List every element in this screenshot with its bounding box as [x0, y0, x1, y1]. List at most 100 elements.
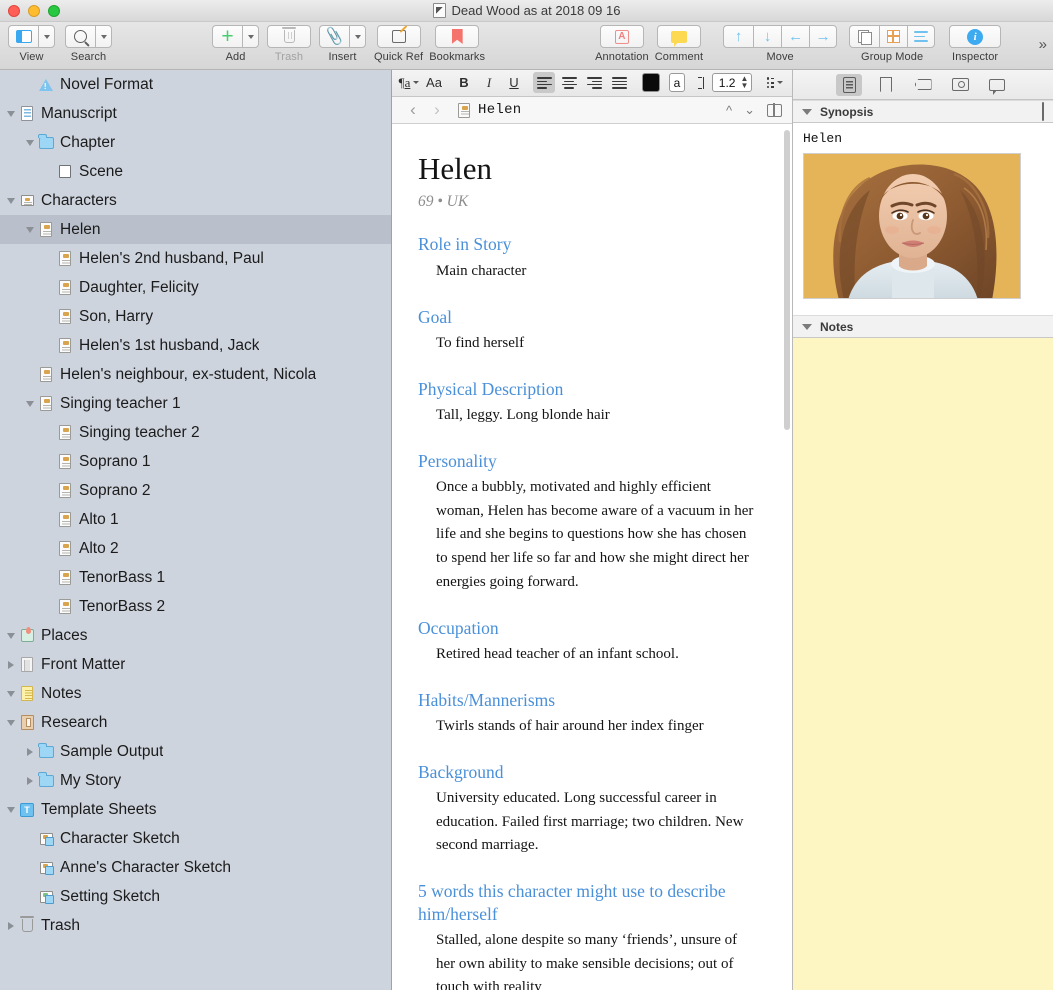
binder-item[interactable]: TenorBass 2 [0, 592, 391, 621]
annotation-button[interactable]: A [599, 25, 644, 48]
comment-button[interactable] [656, 25, 701, 48]
disclosure-triangle-down-icon[interactable] [4, 110, 18, 117]
move-left-button[interactable]: ← [781, 25, 810, 48]
binder-item[interactable]: Helen [0, 215, 391, 244]
move-up-button[interactable]: ↑ [723, 25, 754, 48]
move-right-button[interactable]: → [809, 25, 838, 48]
inspector-tab-metadata[interactable] [910, 74, 936, 96]
synopsis-section-header[interactable]: Synopsis [793, 100, 1053, 123]
binder-item[interactable]: Research [0, 708, 391, 737]
binder-item[interactable]: Singing teacher 2 [0, 418, 391, 447]
editor-scrollbar[interactable] [784, 130, 790, 431]
binder-item[interactable]: Singing teacher 1 [0, 389, 391, 418]
align-justify-button[interactable] [608, 72, 630, 93]
disclosure-triangle-right-icon[interactable] [4, 921, 18, 930]
binder-item[interactable]: T Template Sheets [0, 795, 391, 824]
text-color-button[interactable] [641, 73, 661, 93]
editor-text-area[interactable]: Helen 69 • UK Role in Story Main characte… [392, 124, 792, 990]
binder-item[interactable]: Helen's neighbour, ex-student, Nicola [0, 360, 391, 389]
binder-item[interactable]: Characters [0, 186, 391, 215]
add-menu-button[interactable] [242, 25, 259, 48]
synopsis-toggle-button[interactable] [1042, 101, 1044, 121]
corkboard-mode-button[interactable] [849, 25, 880, 48]
disclosure-triangle-down-icon[interactable] [4, 806, 18, 813]
view-menu-button[interactable] [38, 25, 55, 48]
toolbar-overflow-button[interactable]: » [1039, 36, 1047, 53]
binder-item[interactable]: Novel Format [0, 70, 391, 99]
trash-button[interactable] [267, 25, 311, 48]
binder-item[interactable]: TenorBass 1 [0, 563, 391, 592]
binder-item[interactable]: Notes [0, 679, 391, 708]
disclosure-triangle-right-icon[interactable] [23, 747, 37, 756]
binder-item[interactable]: Sample Output [0, 737, 391, 766]
inspector-tab-notes[interactable] [836, 73, 862, 96]
align-left-button[interactable] [533, 72, 555, 94]
binder-item[interactable]: Daughter, Felicity [0, 273, 391, 302]
bookmarks-button[interactable] [435, 25, 480, 48]
triangle-down-icon[interactable] [802, 108, 812, 115]
align-center-button[interactable] [558, 72, 580, 93]
italic-button[interactable]: I [478, 72, 500, 93]
grid-mode-button[interactable] [879, 25, 908, 48]
insert-menu-button[interactable] [349, 25, 366, 48]
chevron-down-icon[interactable]: ⌄ [744, 102, 755, 118]
bold-button[interactable]: B [453, 72, 475, 93]
add-button[interactable]: + [212, 25, 242, 48]
move-down-button[interactable]: ↓ [753, 25, 782, 48]
disclosure-triangle-down-icon[interactable] [4, 197, 18, 204]
binder-item[interactable]: Helen's 1st husband, Jack [0, 331, 391, 360]
view-layout-button[interactable] [8, 25, 38, 48]
chevron-left-icon[interactable]: ‹ [402, 100, 424, 120]
underline-button[interactable]: U [503, 72, 525, 93]
list-button[interactable] [764, 72, 786, 93]
binder-item[interactable]: Soprano 1 [0, 447, 391, 476]
binder-item[interactable]: Trash [0, 911, 391, 940]
binder-item[interactable]: Front Matter [0, 650, 391, 679]
line-spacing-stepper[interactable]: 1.2 ▲ ▼ [711, 73, 753, 93]
binder-item[interactable]: Alto 2 [0, 534, 391, 563]
inspector-tab-comments[interactable] [984, 74, 1010, 96]
outline-mode-button[interactable] [907, 25, 936, 48]
quick-ref-button[interactable] [376, 25, 421, 48]
minimize-window-button[interactable] [28, 4, 40, 17]
binder-item[interactable]: Manuscript [0, 99, 391, 128]
close-window-button[interactable] [8, 4, 20, 17]
triangle-down-icon[interactable] [802, 323, 812, 330]
disclosure-triangle-right-icon[interactable] [4, 660, 18, 669]
binder-item[interactable]: Setting Sketch [0, 882, 391, 911]
disclosure-triangle-down-icon[interactable] [23, 226, 37, 233]
disclosure-triangle-right-icon[interactable] [23, 776, 37, 785]
binder-item[interactable]: Places [0, 621, 391, 650]
binder-item[interactable]: Anne's Character Sketch [0, 853, 391, 882]
align-right-button[interactable] [583, 72, 605, 93]
disclosure-triangle-down-icon[interactable] [23, 400, 37, 407]
insert-button[interactable]: 📎 [319, 25, 349, 48]
synopsis-body[interactable]: Helen [793, 123, 1053, 315]
binder-item[interactable]: Son, Harry [0, 302, 391, 331]
binder-item[interactable]: Helen's 2nd husband, Paul [0, 244, 391, 273]
disclosure-triangle-down-icon[interactable] [4, 690, 18, 697]
font-panel-button[interactable]: Aa [423, 72, 445, 93]
binder-item[interactable]: Chapter [0, 128, 391, 157]
disclosure-triangle-down-icon[interactable] [4, 719, 18, 726]
search-menu-button[interactable] [95, 25, 112, 48]
split-view-icon[interactable] [767, 103, 782, 117]
binder-item[interactable]: Character Sketch [0, 824, 391, 853]
chevron-up-icon[interactable]: ^ [726, 103, 732, 118]
maximize-window-button[interactable] [48, 4, 60, 17]
notes-body[interactable] [793, 338, 1053, 990]
inspector-tab-snapshots[interactable] [947, 74, 973, 96]
notes-section-header[interactable]: Notes [793, 315, 1053, 338]
binder-sidebar[interactable]: Novel Format Manuscript Chapter Scene Charac… [0, 70, 392, 990]
binder-item[interactable]: Alto 1 [0, 505, 391, 534]
highlight-color-button[interactable]: a [669, 73, 685, 93]
binder-item[interactable]: My Story [0, 766, 391, 795]
search-button[interactable] [65, 25, 95, 48]
disclosure-triangle-down-icon[interactable] [4, 632, 18, 639]
inspector-toggle-button[interactable]: i [949, 25, 1002, 48]
chevron-right-icon[interactable]: › [426, 100, 448, 120]
paragraph-style-button[interactable]: ¶a [398, 72, 420, 93]
binder-item[interactable]: Scene [0, 157, 391, 186]
inspector-tab-bookmarks[interactable] [873, 74, 899, 96]
binder-item[interactable]: Soprano 2 [0, 476, 391, 505]
